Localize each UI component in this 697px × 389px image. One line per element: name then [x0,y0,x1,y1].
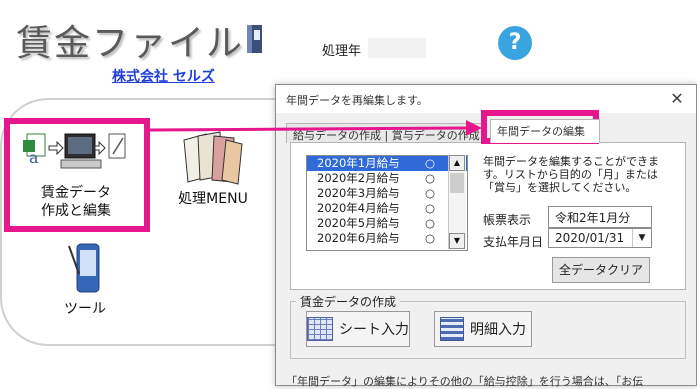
arrow-icon [150,120,482,136]
wage-data-label-1: 賃金データ [41,185,111,201]
close-icon[interactable]: ✕ [666,88,688,110]
sheet-input-label: シート入力 [339,322,409,338]
chevron-down-icon[interactable]: ▼ [632,229,651,247]
description-text: 年間データを編集することができます。リストから目的の「月」または「賞与」を選択し… [483,155,659,194]
list-item[interactable]: 2020年6月給与 ○ [307,231,467,246]
clear-all-button[interactable]: 全データクリア [552,257,650,283]
pay-date-label: 支払年月日 [483,235,544,249]
list-item[interactable]: 2020年4月給与 ○ [307,201,467,216]
scroll-up-icon[interactable]: ▲ [449,155,465,171]
sheet-grid-icon [307,317,333,341]
detail-input-button[interactable]: 明細入力 [434,311,532,347]
list-item[interactable]: 2020年1月給与 ○ [307,156,467,171]
dialog-title: 年間データを再編集します。 [286,94,428,107]
app-title: 賃金ファイル [16,23,245,64]
company-link[interactable]: 株式会社 セルズ [112,66,215,86]
pda-icon [68,243,100,293]
bottom-note: 「年間データ」の編集によりその他の「給与控除」を行う場合は、「お伝 [286,375,644,388]
wage-data-label-2: 作成と編集 [41,203,111,219]
pay-date-combo[interactable]: 2020/01/31 ▼ [548,228,652,248]
processing-year-value [368,38,426,58]
list-item[interactable]: 2020年5月給与 ○ [307,216,467,231]
wage-data-tile[interactable]: a 賃金データ 作成と編集 [16,128,136,220]
detail-input-label: 明細入力 [470,322,526,338]
tools-label: ツール [64,301,106,317]
spreadsheet-computer-icon: a [23,133,126,169]
month-listbox[interactable]: 2020年1月給与 ○ 2020年2月給与 ○ 2020年3月給与 ○ 2020年4月… [306,155,468,251]
tools-tile[interactable]: ツール [50,240,120,318]
list-scrollbar[interactable]: ▲ ▼ [448,155,466,249]
binder-icon [247,25,262,53]
tab-annual-edit[interactable]: 年間データの編集 [490,119,600,143]
ledger-display-label: 帳票表示 [483,213,532,227]
list-item[interactable]: 2020年2月給与 ○ [307,171,467,186]
scroll-thumb[interactable] [450,173,464,193]
pay-date-value: 2020/01/31 [555,231,625,245]
list-item[interactable]: 2020年3月給与 ○ [307,186,467,201]
ledger-display-field[interactable]: 令和2年1月分 [548,206,652,228]
sheet-input-button[interactable]: シート入力 [306,311,410,347]
svg-text:a: a [29,148,39,167]
wage-create-group-title: 賃金データの作成 [296,293,401,310]
processing-menu-label: 処理MENU [178,191,248,207]
processing-year-label: 処理年 [322,44,362,59]
detail-list-icon [440,317,464,341]
scroll-down-icon[interactable]: ▼ [449,233,465,249]
help-icon[interactable]: ? [498,26,532,60]
